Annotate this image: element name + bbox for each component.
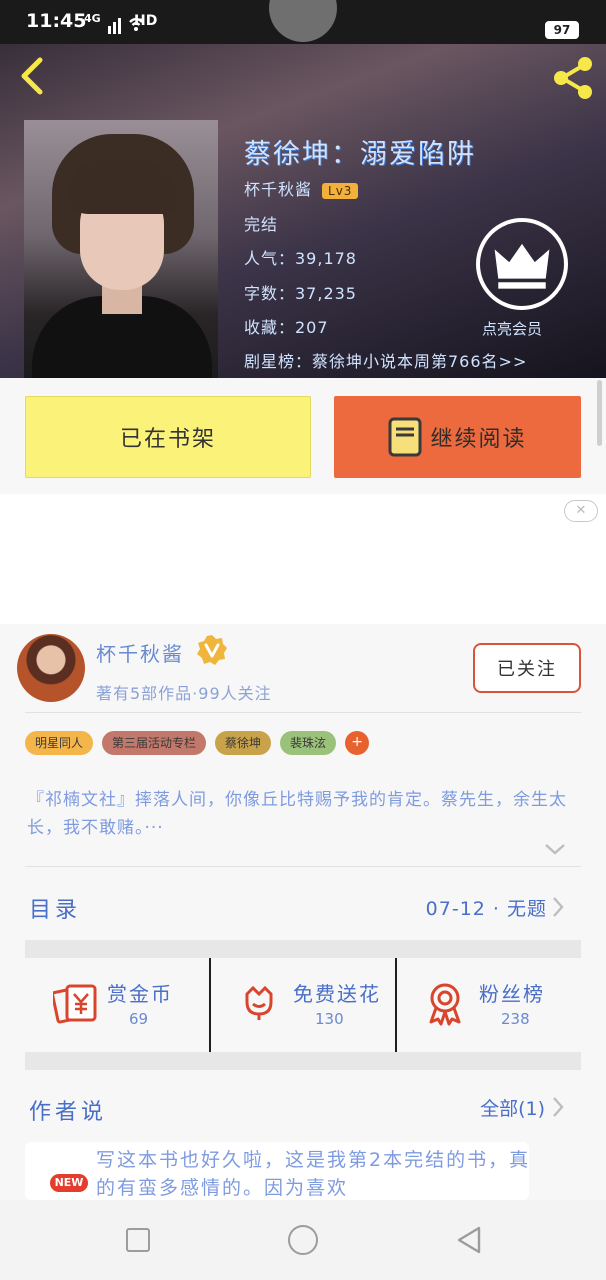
tag-list: 明星同人 第三届活动专栏 蔡徐坤 裴珠泫 + — [25, 731, 370, 755]
tag-item[interactable]: 明星同人 — [25, 731, 94, 755]
book-icon — [388, 417, 422, 457]
stat-reward[interactable]: 赏金币 69 — [25, 958, 209, 1052]
catalog-title: 目录 — [29, 898, 82, 923]
medal-icon — [429, 983, 461, 1026]
book-description: 『祁楠文社』摔落人间，你像丘比特赐予我的肯定。蔡先生，余生太长，我不敢赌。··· — [27, 790, 567, 838]
nav-back-icon[interactable] — [455, 1225, 483, 1255]
more-tags-button[interactable]: + — [345, 731, 370, 755]
author-summary: 著有5部作品·99人关注 — [96, 684, 272, 703]
on-shelf-button[interactable]: 已在书架 — [25, 396, 311, 478]
divider — [25, 712, 581, 713]
section-separator — [25, 1052, 581, 1070]
network-indicator: 4G — [84, 12, 101, 25]
scrollbar[interactable] — [597, 380, 602, 446]
favorites-stat: 收藏：207 — [244, 318, 329, 337]
ad-close-button[interactable]: ✕ — [564, 500, 598, 522]
divider — [25, 866, 581, 867]
stat-fans-label: 粉丝榜 — [479, 982, 545, 1006]
continue-reading-button[interactable]: 继续阅读 — [334, 396, 581, 478]
chevron-right-icon — [553, 897, 564, 917]
follow-button[interactable]: 已关注 — [473, 643, 581, 693]
stat-flowers-value: 130 — [315, 1010, 344, 1028]
stat-fans-value: 238 — [501, 1010, 530, 1028]
hd-indicator: HD — [134, 13, 158, 29]
verified-v-icon — [197, 635, 227, 665]
recent-apps-button[interactable] — [126, 1228, 150, 1252]
crown-icon[interactable] — [476, 218, 568, 310]
book-cover-image[interactable] — [24, 120, 218, 378]
continue-reading-label: 继续阅读 — [430, 427, 527, 452]
author-avatar[interactable] — [17, 634, 85, 702]
author-name[interactable]: 杯千秋酱 — [96, 638, 184, 667]
on-shelf-label: 已在书架 — [119, 427, 216, 452]
catalog-row[interactable]: 目录 07-12 · 无题 — [25, 868, 581, 940]
chevron-right-icon — [553, 1097, 564, 1117]
home-button[interactable] — [288, 1225, 318, 1255]
back-arrow-icon[interactable] — [14, 56, 54, 96]
section-separator — [25, 940, 581, 958]
author-says-row[interactable]: 作者说 全部(1) — [25, 1072, 581, 1142]
flower-icon — [245, 985, 273, 1020]
level-badge: Lv3 — [322, 183, 359, 199]
vip-label[interactable]: 点亮会员 — [482, 318, 542, 339]
chevron-down-icon[interactable] — [544, 842, 566, 856]
tag-item[interactable]: 裴珠泫 — [280, 731, 337, 755]
stat-fans[interactable]: 粉丝榜 238 — [395, 958, 581, 1052]
camera-cutout — [269, 0, 337, 42]
book-author-row[interactable]: 杯千秋酱 Lv3 — [244, 176, 359, 200]
battery-icon: 97 — [545, 21, 579, 39]
new-badge: NEW — [50, 1174, 88, 1192]
latest-chapter[interactable]: 07-12 · 无题 — [426, 894, 547, 921]
popularity-stat: 人气：39,178 — [244, 249, 357, 268]
status-time: 11:45 — [26, 10, 87, 32]
author-says-text: 写这本书也好久啦，这是我第2本完结的书，真的有蛮多感情的。因为喜欢 — [96, 1149, 531, 1199]
book-status: 完结 — [244, 215, 279, 234]
book-author[interactable]: 杯千秋酱 — [244, 180, 312, 199]
rank-link[interactable]: 剧星榜：蔡徐坤小说本周第766名>> — [244, 348, 527, 372]
author-says-title: 作者说 — [29, 1100, 108, 1125]
stat-reward-label: 赏金币 — [107, 982, 173, 1006]
ad-area — [0, 494, 606, 624]
tag-item[interactable]: 第三届活动专栏 — [102, 731, 207, 755]
book-header: 11:45 4G HD 97 蔡徐坤：溺爱陷阱 杯千秋酱 Lv3 完结 人气：3… — [0, 0, 606, 378]
follow-label: 已关注 — [497, 659, 557, 680]
tag-item[interactable]: 蔡徐坤 — [215, 731, 272, 755]
status-bar: 11:45 4G HD 97 — [0, 0, 606, 44]
stat-reward-value: 69 — [129, 1010, 149, 1028]
coin-red-packet-icon — [53, 984, 97, 1024]
word-count-stat: 字数：37,235 — [244, 284, 357, 303]
stat-flowers-label: 免费送花 — [293, 982, 381, 1006]
stat-flowers[interactable]: 免费送花 130 — [209, 958, 395, 1052]
book-title: 蔡徐坤：溺爱陷阱 — [244, 139, 476, 170]
author-says-all[interactable]: 全部(1) — [480, 1094, 545, 1121]
share-icon[interactable] — [550, 56, 598, 100]
stats-row: 赏金币 69 免费送花 130 粉丝榜 238 — [25, 958, 581, 1052]
